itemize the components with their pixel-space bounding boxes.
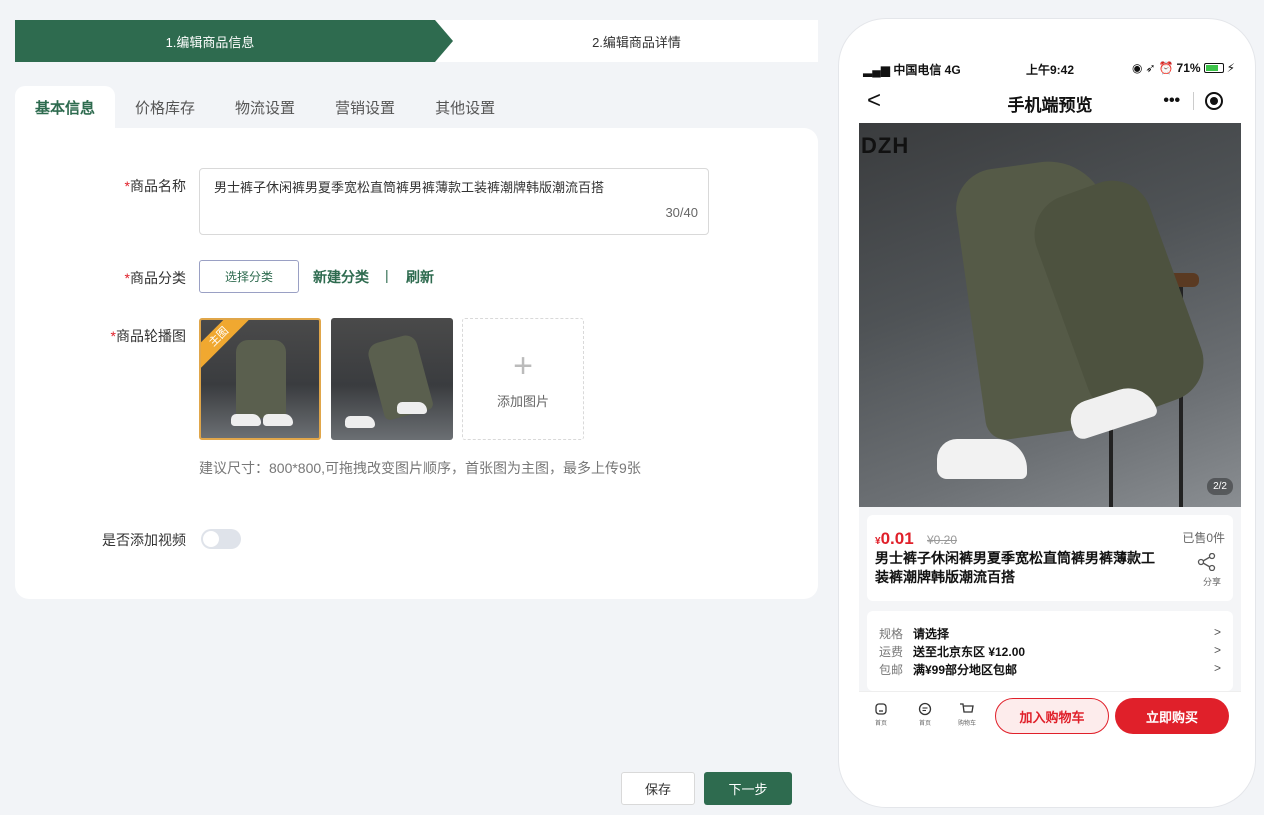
step-arrow — [435, 20, 453, 62]
phone-screen: ▂▄▆ 中国电信 4G 上午9:42 ◉ ➶ ⏰ 71% ⚡ < 手机端预览 •… — [859, 57, 1241, 757]
service-tab[interactable]: 首页 — [911, 702, 939, 727]
new-category-link[interactable]: 新建分类 — [313, 267, 369, 287]
tab-logistics[interactable]: 物流设置 — [215, 86, 315, 128]
chat-icon — [918, 702, 932, 716]
video-toggle[interactable] — [201, 529, 241, 549]
shoe-image — [231, 414, 261, 426]
shoe-image — [397, 402, 427, 414]
shoe-image — [937, 439, 1027, 479]
record-icon — [1205, 92, 1224, 110]
share-label: 分享 — [1202, 577, 1221, 587]
carousel-label: *商品轮播图 — [110, 328, 186, 344]
form-card: *商品名称 男士裤子休闲裤男夏季宽松直筒裤男裤薄款工装裤潮牌韩版潮流百搭 30/… — [15, 128, 818, 599]
brand-logo: DZH — [861, 133, 910, 158]
share-icon[interactable] — [1197, 553, 1217, 571]
buy-now-button[interactable]: 立即购买 — [1115, 698, 1229, 734]
tab-marketing[interactable]: 营销设置 — [315, 86, 415, 128]
status-bar: ▂▄▆ 中国电信 4G 上午9:42 ◉ ➶ ⏰ 71% ⚡ — [859, 57, 1241, 79]
mini-program-capsule: ••• — [1151, 87, 1235, 115]
char-counter: 30/40 — [665, 205, 698, 220]
tab-other[interactable]: 其他设置 — [415, 86, 515, 128]
spec-row-spec[interactable]: 规格 请选择 > — [879, 625, 1221, 642]
step-1[interactable]: 1.编辑商品信息 — [15, 20, 435, 62]
close-capsule[interactable] — [1193, 92, 1235, 110]
tab-basic-info[interactable]: 基本信息 — [15, 86, 116, 128]
category-label: *商品分类 — [124, 270, 186, 286]
alarm-icon: ⏰ — [1158, 61, 1174, 75]
spec-row-shipping[interactable]: 运费 送至北京东区 ¥12.00 > — [879, 643, 1221, 660]
status-icons: ◉ ➶ ⏰ 71% ⚡ — [1132, 61, 1235, 75]
phone-preview: ▂▄▆ 中国电信 4G 上午9:42 ◉ ➶ ⏰ 71% ⚡ < 手机端预览 •… — [838, 18, 1256, 808]
home-icon — [875, 703, 887, 715]
sold-count: 已售0件 — [1182, 531, 1225, 545]
step-2[interactable]: 2.编辑商品详情 — [455, 20, 818, 62]
phone-nav-bar: < 手机端预览 ••• — [859, 79, 1241, 123]
charging-icon: ⚡ — [1226, 61, 1235, 75]
step-progress: 1.编辑商品信息 2.编辑商品详情 — [15, 20, 818, 62]
product-name-input[interactable]: 男士裤子休闲裤男夏季宽松直筒裤男裤薄款工装裤潮牌韩版潮流百搭 30/40 — [199, 168, 709, 235]
location-icon: ➶ — [1145, 61, 1156, 75]
refresh-link[interactable]: 刷新 — [406, 267, 434, 287]
carousel-image-main[interactable]: 主图 — [199, 318, 321, 440]
name-label: *商品名称 — [124, 178, 186, 194]
pants-image — [236, 340, 286, 418]
save-button[interactable]: 保存 — [621, 772, 695, 805]
shoe-image — [345, 416, 375, 428]
cart-tab[interactable]: 购物车 — [953, 702, 981, 727]
video-label: 是否添加视频 — [102, 532, 186, 548]
product-title: 男士裤子休闲裤男夏季宽松直筒裤男裤薄款工装裤潮牌韩版潮流百搭 — [875, 550, 1155, 585]
link-separator: | — [385, 267, 389, 283]
image-hint: 建议尺寸：800*800,可拖拽改变图片顺序，首张图为主图，最多上传9张 — [199, 460, 641, 476]
chevron-right-icon: > — [1213, 661, 1221, 675]
next-step-button[interactable]: 下一步 — [704, 772, 792, 805]
phone-action-bar: 首页 首页 购物车 加入购物车 立即购买 — [859, 691, 1241, 757]
cart-icon — [960, 703, 974, 713]
toggle-knob — [203, 531, 219, 547]
product-hero-image[interactable]: DZH 2/2 — [859, 123, 1241, 507]
plus-icon: + — [513, 346, 533, 385]
battery-icon — [1203, 63, 1224, 73]
carousel-image-2[interactable] — [331, 318, 453, 440]
shoe-image — [263, 414, 293, 426]
lock-rotation-icon: ◉ — [1132, 61, 1143, 75]
add-to-cart-button[interactable]: 加入购物车 — [995, 698, 1109, 734]
add-image-button[interactable]: + 添加图片 — [462, 318, 584, 440]
image-counter: 2/2 — [1207, 478, 1233, 495]
chevron-right-icon: > — [1213, 643, 1221, 657]
tab-price-stock[interactable]: 价格库存 — [115, 86, 215, 128]
current-price: ¥0.01 — [875, 529, 914, 548]
original-price: ¥0.20 — [927, 533, 958, 547]
spec-card: 规格 请选择 > 运费 送至北京东区 ¥12.00 > 包邮 满¥99部分地区包… — [867, 611, 1233, 691]
spec-row-free-shipping[interactable]: 包邮 满¥99部分地区包邮 > — [879, 661, 1221, 678]
home-tab[interactable]: 首页 — [867, 702, 895, 727]
product-info-card: ¥0.01 ¥0.20 已售0件 男士裤子休闲裤男夏季宽松直筒裤男裤薄款工装裤潮… — [867, 515, 1233, 601]
chevron-right-icon: > — [1213, 625, 1221, 639]
more-icon[interactable]: ••• — [1151, 92, 1193, 110]
select-category-button[interactable]: 选择分类 — [199, 260, 299, 293]
tab-bar: 基本信息 价格库存 物流设置 营销设置 其他设置 — [15, 86, 515, 128]
